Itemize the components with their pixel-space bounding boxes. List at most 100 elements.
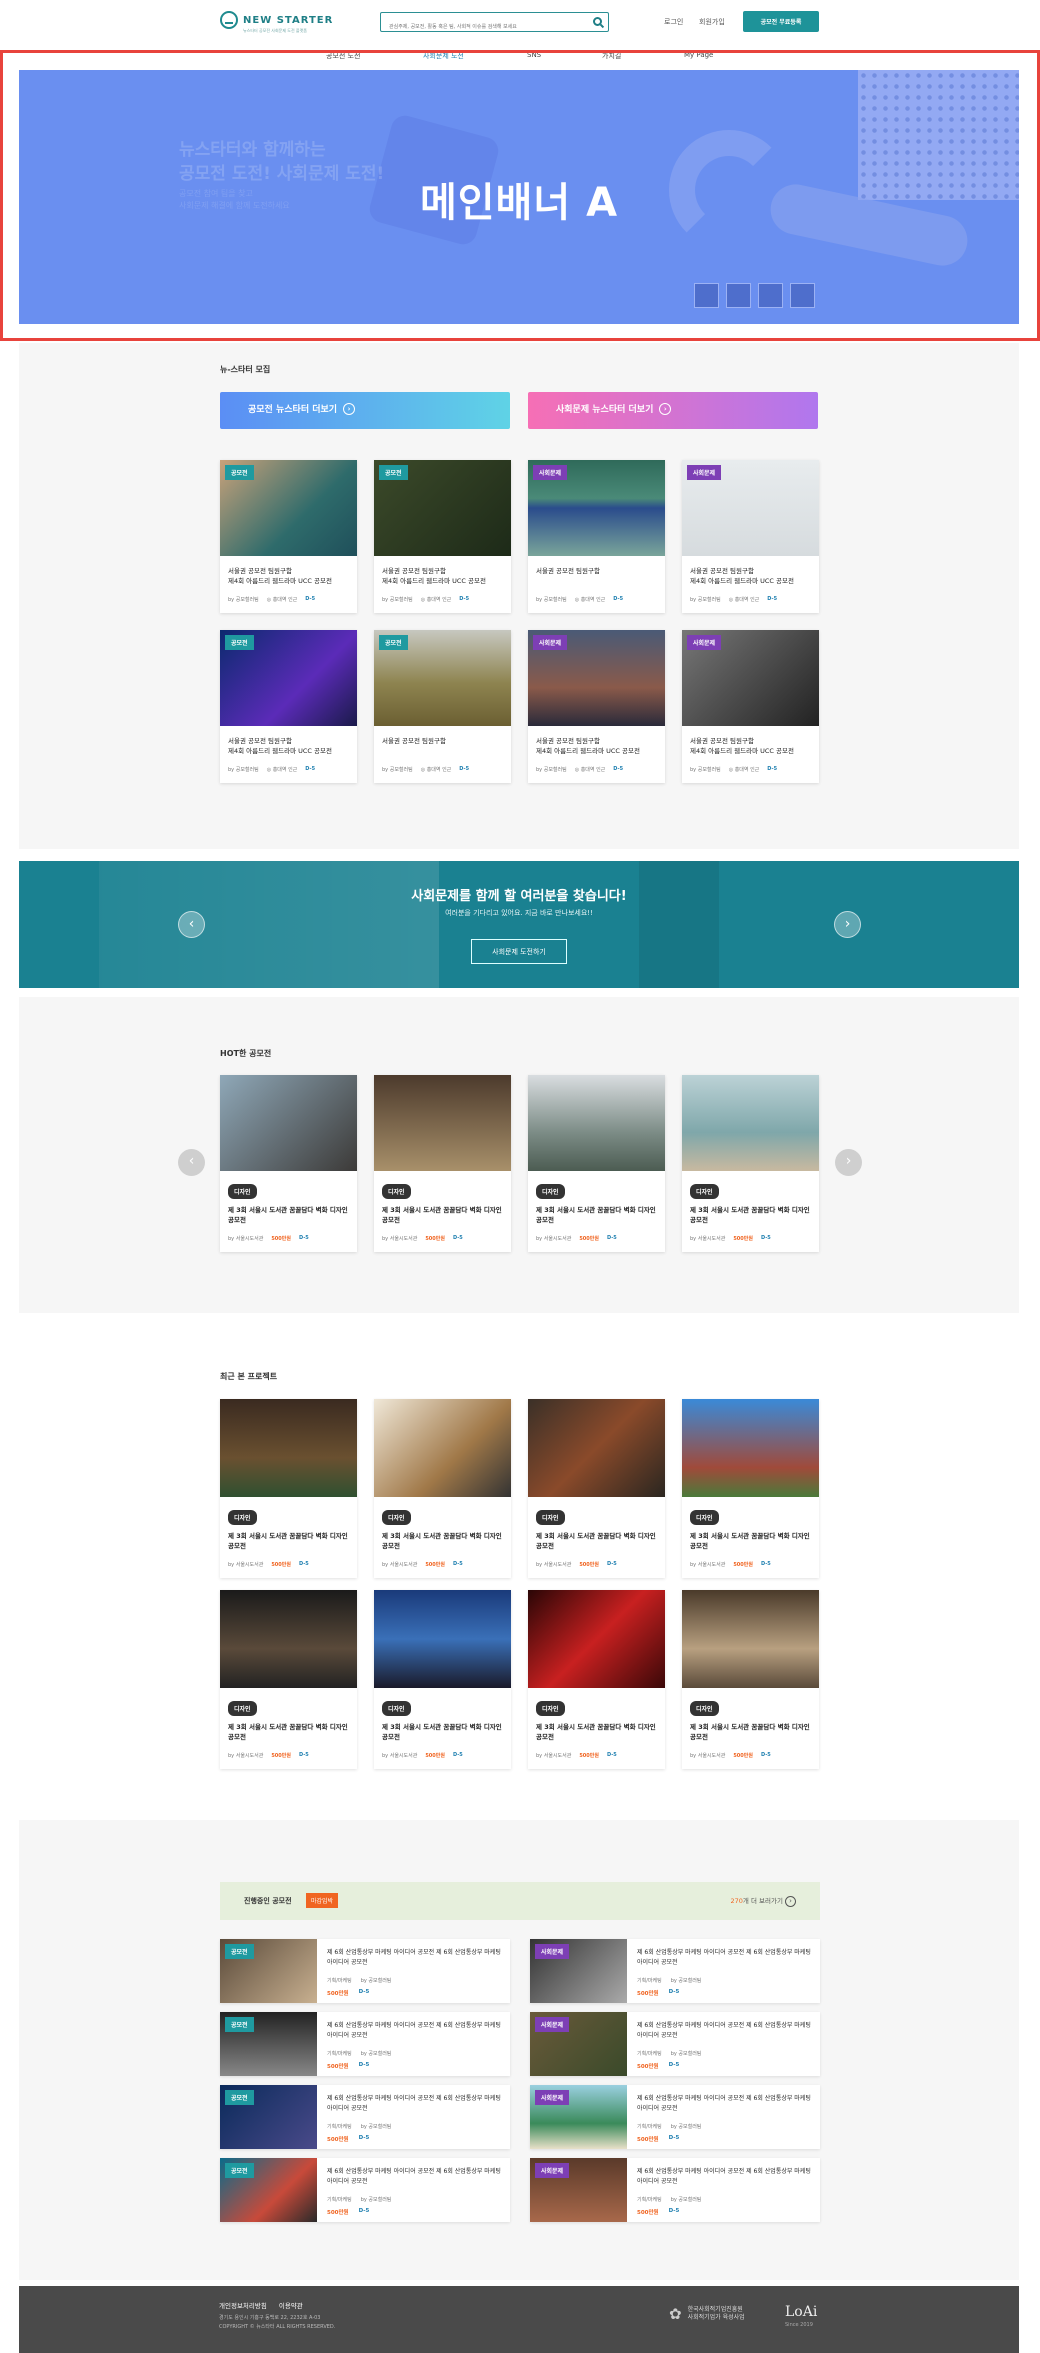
category-badge: 디자인 bbox=[690, 1184, 719, 1199]
footer-links: 개인정보처리방침 이용약관 bbox=[219, 2300, 303, 2310]
card-author: by 서울시도서관 bbox=[382, 1753, 418, 1759]
card-prize: 500만원 bbox=[733, 1562, 753, 1568]
item-image: 공모전 bbox=[220, 2085, 317, 2149]
item-meta-2: 500만원 D-5 bbox=[327, 1989, 369, 1997]
next-arrow-icon[interactable]: › bbox=[834, 911, 861, 938]
card-meta: by 서울시도서관 500만원 D-5 bbox=[536, 1561, 657, 1568]
ongoing-item[interactable]: 사회문제 제 6회 산업통상부 마케팅 아이디어 공모전 제 6회 산업통상부 마… bbox=[530, 2085, 820, 2149]
category-badge: 디자인 bbox=[228, 1701, 257, 1716]
contest-card[interactable]: 디자인 제 3회 서울시 도서관 꿈꿀담다 벽화 디자인 공모전 by 서울시도서관… bbox=[682, 1075, 819, 1252]
contest-card[interactable]: 디자인 제 3회 서울시 도서관 꿈꿀담다 벽화 디자인 공모전 by 서울시도서관… bbox=[682, 1590, 819, 1769]
card-image: 사회문제 bbox=[528, 460, 665, 556]
item-title: 제 6회 산업통상부 마케팅 아이디어 공모전 제 6회 산업통상부 마케팅 아… bbox=[327, 1949, 501, 1966]
recruit-card[interactable]: 공모전 서울권 공모전 팀원구함 제4회 아름드리 웹드라마 UCC 공모전 by 공… bbox=[374, 460, 511, 613]
contest-card[interactable]: 디자인 제 3회 서울시 도서관 꿈꿀담다 벽화 디자인 공모전 by 서울시도서관… bbox=[220, 1075, 357, 1252]
ongoing-item[interactable]: 공모전 제 6회 산업통상부 마케팅 아이디어 공모전 제 6회 산업통상부 마케… bbox=[220, 1939, 510, 2003]
partner-program: 사회적기업가 육성사업 bbox=[687, 2314, 745, 2321]
recruit-card[interactable]: 사회문제 서울권 공모전 팀원구함 제4회 아름드리 웹드라마 UCC 공모전 by … bbox=[682, 460, 819, 613]
badge-wrap: 디자인 bbox=[536, 1696, 657, 1716]
item-prize: 500만원 bbox=[637, 2137, 659, 2143]
category-badge: 디자인 bbox=[382, 1184, 411, 1199]
card-dday: D-5 bbox=[459, 596, 470, 602]
item-prize: 500만원 bbox=[637, 2064, 659, 2070]
ongoing-item[interactable]: 사회문제 제 6회 산업통상부 마케팅 아이디어 공모전 제 6회 산업통상부 마… bbox=[530, 1939, 820, 2003]
card-subtitle-line: 제4회 아름드리 웹드라마 UCC 공모전 bbox=[690, 577, 794, 585]
search-box bbox=[380, 12, 609, 36]
recruit-card[interactable]: 공모전 서울권 공모전 팀원구함 제4회 아름드리 웹드라마 UCC 공모전 by 공… bbox=[220, 460, 357, 613]
card-location-text: 홍대역 인근 bbox=[580, 597, 606, 603]
login-link[interactable]: 로그인 bbox=[664, 17, 683, 27]
contest-card[interactable]: 디자인 제 3회 서울시 도서관 꿈꿀담다 벽화 디자인 공모전 by 서울시도서관… bbox=[374, 1399, 511, 1578]
privacy-link[interactable]: 개인정보처리방침 bbox=[219, 2300, 267, 2310]
contest-card[interactable]: 디자인 제 3회 서울시 도서관 꿈꿀담다 벽화 디자인 공모전 by 서울시도서관… bbox=[374, 1075, 511, 1252]
terms-link[interactable]: 이용약관 bbox=[279, 2300, 303, 2310]
card-image bbox=[374, 1590, 511, 1688]
card-location-text: 홍대역 인근 bbox=[734, 767, 760, 773]
section-title-recent: 최근 본 프로젝트 bbox=[220, 1372, 278, 1381]
item-meta-2: 500만원 D-5 bbox=[327, 2208, 369, 2216]
card-image: 사회문제 bbox=[682, 630, 819, 726]
item-prize: 500만원 bbox=[327, 2064, 349, 2070]
recruit-card[interactable]: 사회문제 서울권 공모전 팀원구함 제4회 아름드리 웹드라마 UCC 공모전 by … bbox=[682, 630, 819, 783]
contest-card[interactable]: 디자인 제 3회 서울시 도서관 꿈꿀담다 벽화 디자인 공모전 by 서울시도서관… bbox=[528, 1075, 665, 1252]
item-title: 제 6회 산업통상부 마케팅 아이디어 공모전 제 6회 산업통상부 마케팅 아… bbox=[637, 2022, 811, 2039]
card-dday: D-5 bbox=[760, 1235, 771, 1241]
ongoing-item[interactable]: 공모전 제 6회 산업통상부 마케팅 아이디어 공모전 제 6회 산업통상부 마케… bbox=[220, 2012, 510, 2076]
item-meta: 기획/마케팅 by 공모철러팀 bbox=[637, 2196, 701, 2203]
contest-card[interactable]: 디자인 제 3회 서울시 도서관 꿈꿀담다 벽화 디자인 공모전 by 서울시도서관… bbox=[528, 1590, 665, 1769]
card-image bbox=[220, 1075, 357, 1171]
hot-grid: 디자인제 3회 서울시 도서관 꿈꿀담다 벽화 디자인 공모전 by 서울시도서관… bbox=[220, 1075, 820, 1252]
recruit-card[interactable]: 사회문제 서울권 공모전 팀원구함 by 공모철러팀 ◎ 홍대역 인근 D-5 bbox=[528, 460, 665, 613]
card-location-text: 홍대역 인근 bbox=[272, 597, 298, 603]
card-author: by 서울시도서관 bbox=[382, 1236, 418, 1242]
contest-card[interactable]: 디자인 제 3회 서울시 도서관 꿈꿀담다 벽화 디자인 공모전 by 서울시도서관… bbox=[374, 1590, 511, 1769]
register-contest-button[interactable]: 공모전 무료등록 bbox=[743, 11, 819, 32]
category-badge: 디자인 bbox=[228, 1184, 257, 1199]
ongoing-item[interactable]: 공모전 제 6회 산업통상부 마케팅 아이디어 공모전 제 6회 산업통상부 마케… bbox=[220, 2158, 510, 2222]
category-badge: 공모전 bbox=[225, 2017, 254, 2032]
card-meta: by 서울시도서관 500만원 D-5 bbox=[690, 1752, 811, 1759]
card-meta: by 공모철러팀 ◎ 홍대역 인근 D-5 bbox=[690, 766, 811, 773]
item-image: 공모전 bbox=[220, 2158, 317, 2222]
search-icon[interactable] bbox=[593, 17, 602, 26]
card-image bbox=[374, 1075, 511, 1171]
contest-card[interactable]: 디자인 제 3회 서울시 도서관 꿈꿀담다 벽화 디자인 공모전 by 서울시도서관… bbox=[682, 1399, 819, 1578]
item-image: 공모전 bbox=[220, 1939, 317, 2003]
hot-prev-arrow-icon[interactable]: ‹ bbox=[178, 1149, 205, 1176]
card-title-line: 서울권 공모전 팀원구함 bbox=[382, 737, 446, 745]
search-input[interactable] bbox=[381, 18, 581, 36]
social-newstarter-button[interactable]: 사회문제 뉴스타터 더보기 › bbox=[528, 392, 818, 429]
item-category: 기획/마케팅 bbox=[637, 2124, 662, 2130]
logo[interactable]: NEW STARTER 뉴스타터 공모전 사회문제 도전 플랫폼 bbox=[220, 11, 333, 33]
card-title: 제 3회 서울시 도서관 꿈꿀담다 벽화 디자인 공모전 bbox=[536, 1206, 656, 1224]
contest-card[interactable]: 디자인 제 3회 서울시 도서관 꿈꿀담다 벽화 디자인 공모전 by 서울시도서관… bbox=[220, 1590, 357, 1769]
more-ongoing-link[interactable]: 270개 더 보러가기 › bbox=[730, 1895, 796, 1907]
ongoing-item[interactable]: 사회문제 제 6회 산업통상부 마케팅 아이디어 공모전 제 6회 산업통상부 마… bbox=[530, 2012, 820, 2076]
card-prize: 500만원 bbox=[579, 1562, 599, 1568]
item-title: 제 6회 산업통상부 마케팅 아이디어 공모전 제 6회 산업통상부 마케팅 아… bbox=[327, 2095, 501, 2112]
card-title: 제 3회 서울시 도서관 꿈꿀담다 벽화 디자인 공모전 bbox=[690, 1206, 810, 1224]
contest-card[interactable]: 디자인 제 3회 서울시 도서관 꿈꿀담다 벽화 디자인 공모전 by 서울시도서관… bbox=[220, 1399, 357, 1578]
recruit-card[interactable]: 공모전 서울권 공모전 팀원구함 by 공모철러팀 ◎ 홍대역 인근 D-5 bbox=[374, 630, 511, 783]
item-category: 기획/마케팅 bbox=[327, 1978, 352, 1984]
recruit-card[interactable]: 사회문제 서울권 공모전 팀원구함 제4회 아름드리 웹드라마 UCC 공모전 by … bbox=[528, 630, 665, 783]
card-dday: D-5 bbox=[305, 596, 316, 602]
contest-newstarter-button[interactable]: 공모전 뉴스타터 더보기 › bbox=[220, 392, 510, 429]
contest-card[interactable]: 디자인 제 3회 서울시 도서관 꿈꿀담다 벽화 디자인 공모전 by 서울시도서관… bbox=[528, 1399, 665, 1578]
signup-link[interactable]: 회원가입 bbox=[699, 17, 725, 27]
card-location-text: 홍대역 인근 bbox=[734, 597, 760, 603]
ongoing-item[interactable]: 사회문제 제 6회 산업통상부 마케팅 아이디어 공모전 제 6회 산업통상부 마… bbox=[530, 2158, 820, 2222]
item-meta-2: 500만원 D-5 bbox=[327, 2135, 369, 2143]
card-meta: by 서울시도서관 500만원 D-5 bbox=[382, 1235, 503, 1242]
card-image bbox=[682, 1075, 819, 1171]
category-badge: 디자인 bbox=[536, 1510, 565, 1525]
footer-copyright: COPYRIGHT © 뉴스타터 ALL RIGHTS RESERVED. bbox=[219, 2324, 336, 2330]
ongoing-item[interactable]: 공모전 제 6회 산업통상부 마케팅 아이디어 공모전 제 6회 산업통상부 마케… bbox=[220, 2085, 510, 2149]
hot-next-arrow-icon[interactable]: › bbox=[835, 1149, 862, 1176]
item-image: 사회문제 bbox=[530, 1939, 627, 2003]
recruit-card[interactable]: 공모전 서울권 공모전 팀원구함 제4회 아름드리 웹드라마 UCC 공모전 by 공… bbox=[220, 630, 357, 783]
badge-wrap: 디자인 bbox=[690, 1505, 811, 1525]
prev-arrow-icon[interactable]: ‹ bbox=[178, 911, 205, 938]
card-author: by 공모철러팀 bbox=[228, 767, 259, 773]
social-challenge-button[interactable]: 사회문제 도전하기 bbox=[471, 939, 567, 964]
